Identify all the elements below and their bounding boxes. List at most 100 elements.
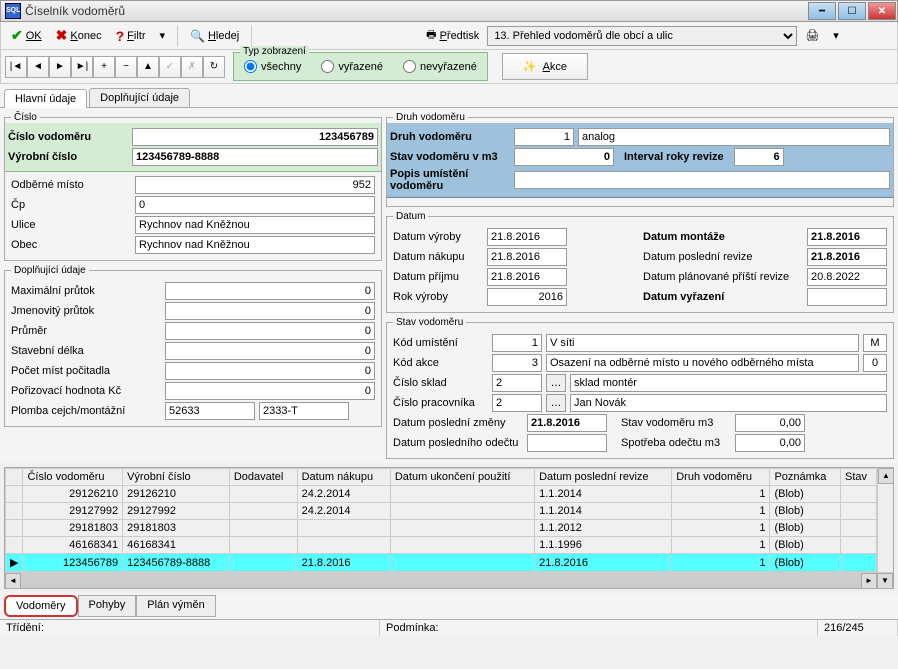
column-header[interactable]: Dodavatel <box>229 469 297 486</box>
btab-vodomery[interactable]: Vodoměry <box>4 595 78 617</box>
scroll-up-button[interactable]: ▲ <box>878 468 894 484</box>
radio-vyrazene[interactable]: vyřazené <box>321 60 383 73</box>
prumer-input[interactable] <box>165 322 375 340</box>
odberne-input[interactable] <box>135 176 375 194</box>
vertical-scrollbar[interactable]: ▲ <box>877 468 893 572</box>
filtr-dropdown[interactable]: ▾ <box>153 27 171 44</box>
kod-akce-0[interactable] <box>863 354 887 372</box>
tab-hlavni[interactable]: Hlavní údaje <box>4 89 87 108</box>
datum-poslzm-input[interactable] <box>527 414 607 432</box>
column-header[interactable]: Datum poslední revize <box>535 469 672 486</box>
column-header[interactable]: Poznámka <box>770 469 841 486</box>
column-header[interactable]: Datum ukončení použití <box>390 469 534 486</box>
binoculars-icon: 🔍 <box>190 29 205 43</box>
plomba-input-2[interactable] <box>259 402 349 420</box>
datum-vyroby-input[interactable] <box>487 228 567 246</box>
datum-montaze-input[interactable] <box>807 228 887 246</box>
predtisk-button[interactable]: 🖶Předtisk <box>420 24 485 47</box>
cislo-sklad-input[interactable] <box>492 374 542 392</box>
pocet-input[interactable] <box>165 362 375 380</box>
scroll-down-button[interactable]: ▼ <box>877 573 893 589</box>
data-grid[interactable]: Číslo vodoměruVýrobní čísloDodavatelDatu… <box>5 468 877 572</box>
konec-button[interactable]: ✖Konec <box>50 25 108 46</box>
status-counter: 216/245 <box>818 620 898 636</box>
filtr-button[interactable]: ?Filtr <box>110 26 152 46</box>
jmen-prutok-input[interactable] <box>165 302 375 320</box>
maximize-button[interactable]: ☐ <box>838 2 866 20</box>
predtisk-select[interactable]: 13. Přehled vodoměrů dle obcí a ulic <box>487 26 797 46</box>
poriz-input[interactable] <box>165 382 375 400</box>
spotreba-input[interactable] <box>735 434 805 452</box>
cislo-prac-input[interactable] <box>492 394 542 412</box>
druh-vodomeru-text[interactable] <box>578 128 890 146</box>
nav-cancel[interactable]: ✗ <box>181 56 203 78</box>
staveb-input[interactable] <box>165 342 375 360</box>
rok-vyroby-input[interactable] <box>487 288 567 306</box>
kod-akce-input[interactable] <box>492 354 542 372</box>
nav-next[interactable]: ► <box>49 56 71 78</box>
column-header[interactable]: Číslo vodoměru <box>23 469 123 486</box>
nav-post[interactable]: ✓ <box>159 56 181 78</box>
akce-button[interactable]: ✨Akce <box>502 53 588 80</box>
datum-vyraz-input[interactable] <box>807 288 887 306</box>
cp-input[interactable] <box>135 196 375 214</box>
interval-input[interactable] <box>734 148 784 166</box>
nav-edit[interactable]: ▲ <box>137 56 159 78</box>
table-row[interactable]: ▶123456789123456789-888821.8.201621.8.20… <box>6 554 877 572</box>
scroll-left-button[interactable]: ◄ <box>5 573 21 589</box>
table-row[interactable]: 291262102912621024.2.20141.1.20141(Blob) <box>6 486 877 503</box>
column-header[interactable]: Datum nákupu <box>297 469 390 486</box>
check-icon: ✔ <box>11 27 23 44</box>
column-header[interactable]: Stav <box>841 469 877 486</box>
nav-add[interactable]: + <box>93 56 115 78</box>
table-row[interactable]: 46168341461683411.1.19961(Blob) <box>6 537 877 554</box>
column-header[interactable]: Výrobní číslo <box>123 469 230 486</box>
print-icon: 🖨 <box>805 29 819 42</box>
datum-nakupu-input[interactable] <box>487 248 567 266</box>
vyrobni-input[interactable] <box>132 148 378 166</box>
table-cell: 1 <box>672 537 770 554</box>
plomba-input-1[interactable] <box>165 402 255 420</box>
kod-umisteni-m[interactable] <box>863 334 887 352</box>
radio-nevyrazene[interactable]: nevyřazené <box>403 60 477 73</box>
sklad-lookup-button[interactable]: … <box>546 374 566 392</box>
hledej-button[interactable]: 🔍Hledej <box>184 27 245 45</box>
obec-input[interactable] <box>135 236 375 254</box>
datum-poslod-input[interactable] <box>527 434 607 452</box>
minimize-button[interactable]: ━ <box>808 2 836 20</box>
nav-refresh[interactable]: ↻ <box>203 56 225 78</box>
radio-vsechny[interactable]: všechny <box>244 60 301 73</box>
stav-m3-input[interactable] <box>514 148 614 166</box>
max-prutok-input[interactable] <box>165 282 375 300</box>
table-row[interactable]: 29181803291818031.1.20121(Blob) <box>6 520 877 537</box>
close-button[interactable]: ✕ <box>868 2 896 20</box>
datum-poslrev-input[interactable] <box>807 248 887 266</box>
print-dropdown[interactable]: ▾ <box>827 27 845 44</box>
ok-button[interactable]: ✔OK <box>5 25 48 46</box>
column-header[interactable]: Druh vodoměru <box>672 469 770 486</box>
datum-planrev-input[interactable] <box>807 268 887 286</box>
table-cell: (Blob) <box>770 503 841 520</box>
table-row[interactable]: 291279922912799224.2.20141.1.20141(Blob) <box>6 503 877 520</box>
stav-vd-m3-input[interactable] <box>735 414 805 432</box>
scroll-right-button[interactable]: ► <box>861 573 877 589</box>
cislo-vodomeru-input[interactable] <box>132 128 378 146</box>
nav-first[interactable]: |◄ <box>5 56 27 78</box>
popis-input[interactable] <box>514 171 890 189</box>
btab-pohyby[interactable]: Pohyby <box>78 595 137 617</box>
kod-umisteni-input[interactable] <box>492 334 542 352</box>
btab-plan[interactable]: Plán výměn <box>136 595 215 617</box>
tab-doplnujici[interactable]: Doplňující údaje <box>89 88 190 107</box>
nav-prev[interactable]: ◄ <box>27 56 49 78</box>
horizontal-scrollbar[interactable]: ◄ ► ▼ <box>5 572 893 588</box>
ulice-input[interactable] <box>135 216 375 234</box>
table-cell <box>229 554 297 572</box>
druh-vodomeru-input[interactable] <box>514 128 574 146</box>
nav-last[interactable]: ►| <box>71 56 93 78</box>
table-cell <box>841 520 877 537</box>
print-button[interactable]: 🖨 <box>799 27 825 44</box>
table-cell <box>841 537 877 554</box>
nav-delete[interactable]: − <box>115 56 137 78</box>
datum-prijmu-input[interactable] <box>487 268 567 286</box>
prac-lookup-button[interactable]: … <box>546 394 566 412</box>
